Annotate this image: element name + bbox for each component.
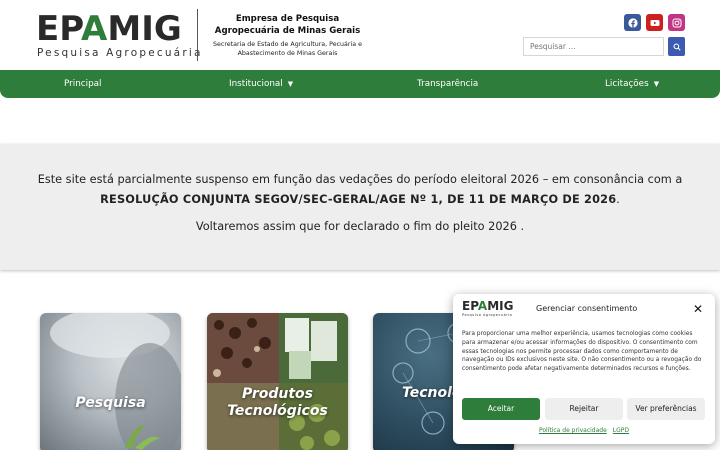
main-nav: Principal Institucional ▼ Transparência L… — [0, 70, 720, 98]
card-label: Pesquisa — [75, 395, 146, 411]
consent-body: Para proporcionar uma melhor experiência… — [462, 331, 702, 373]
products-image — [207, 313, 348, 450]
accept-button[interactable]: Aceitar — [462, 398, 540, 420]
card-pesquisa[interactable]: Pesquisa — [40, 313, 181, 450]
close-icon[interactable]: ✕ — [693, 302, 703, 316]
nav-label: Principal — [64, 79, 102, 89]
epamig-logo[interactable]: EPAMIG Pesquisa Agropecuária — [36, 9, 200, 59]
chevron-down-icon: ▼ — [287, 80, 294, 88]
nav-label: Transparência — [417, 79, 479, 89]
card-label: Produtos Tecnológicos — [207, 386, 348, 420]
org-title: Empresa de Pesquisa Agropecuária de Mina… — [214, 14, 361, 36]
site-header: EPAMIG Pesquisa Agropecuária Empresa de … — [0, 0, 720, 70]
consent-logo-subtitle: Pesquisa Agropecuária — [462, 313, 513, 317]
consent-dialog: EPAMIG Pesquisa Agropecuária Gerenciar c… — [453, 294, 715, 444]
notice-line-3: Voltaremos assim que for declarado o fim… — [195, 220, 525, 233]
consent-logo-wordmark: EPAMIG — [462, 299, 514, 313]
notice-line-2: RESOLUÇÃO CONJUNTA SEGOV/SEC-GERAL/AGE N… — [0, 193, 720, 206]
search-button[interactable] — [668, 37, 685, 56]
preferences-button[interactable]: Ver preferências — [627, 398, 705, 420]
header-divider — [197, 9, 198, 61]
privacy-policy-link[interactable]: Política de privacidade — [539, 427, 607, 434]
facebook-icon[interactable] — [624, 14, 641, 31]
notice-period: . — [616, 193, 620, 206]
youtube-icon[interactable] — [646, 14, 663, 31]
nav-item-transparencia[interactable]: Transparência — [417, 70, 478, 98]
org-info: Empresa de Pesquisa Agropecuária de Mina… — [205, 13, 370, 58]
nav-label: Institucional — [229, 79, 283, 89]
logo-wordmark: EPAMIG — [36, 9, 182, 49]
consent-links: Política de privacidade LGPD — [453, 427, 715, 434]
card-label-line: Tecnológicos — [227, 403, 328, 419]
consent-title: Gerenciar consentimento — [536, 304, 638, 313]
logo-subtitle: Pesquisa Agropecuária — [37, 47, 203, 59]
nav-item-licitacoes[interactable]: Licitações ▼ — [605, 70, 659, 98]
election-notice: Este site está parcialmente suspenso em … — [0, 144, 720, 270]
search-input[interactable] — [523, 37, 664, 56]
instagram-icon[interactable] — [668, 14, 685, 31]
card-produtos-tecnologicos[interactable]: Produtos Tecnológicos — [207, 313, 348, 450]
notice-resolution: RESOLUÇÃO CONJUNTA SEGOV/SEC-GERAL/AGE N… — [100, 193, 617, 206]
chevron-down-icon: ▼ — [653, 80, 660, 88]
org-subtitle: Secretaria de Estado de Agricultura, Pec… — [213, 41, 362, 57]
nav-item-principal[interactable]: Principal — [64, 70, 102, 98]
card-label-line: Produtos — [242, 386, 313, 402]
consent-logo: EPAMIG Pesquisa Agropecuária — [462, 300, 514, 320]
search-icon — [673, 43, 681, 51]
notice-line-1: Este site está parcialmente suspenso em … — [37, 173, 683, 186]
nav-label: Licitações — [605, 79, 649, 89]
lgpd-link[interactable]: LGPD — [613, 427, 629, 434]
lab-image — [50, 313, 181, 450]
reject-button[interactable]: Rejeitar — [545, 398, 623, 420]
nav-item-institucional[interactable]: Institucional ▼ — [229, 70, 293, 98]
